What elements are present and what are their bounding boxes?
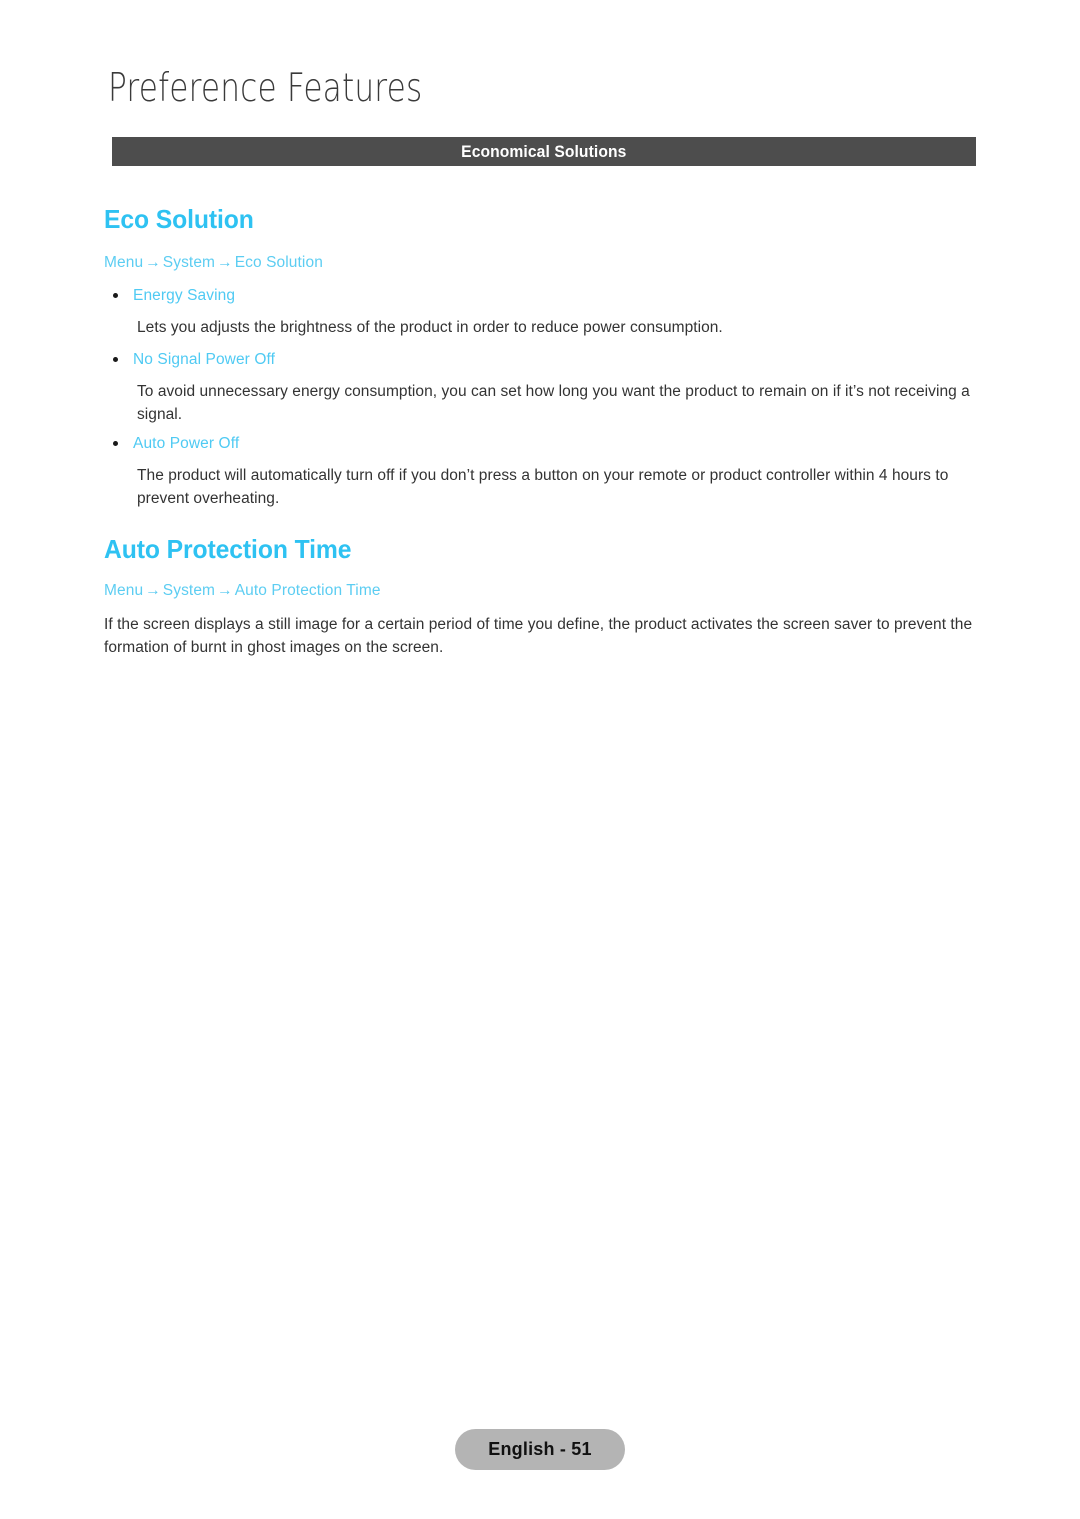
breadcrumb-part-menu[interactable]: Menu xyxy=(104,254,143,271)
section-auto-protection-time: Auto Protection Time xyxy=(104,534,976,564)
body-paragraph: Lets you adjusts the brightness of the p… xyxy=(137,319,723,336)
section-heading-auto-protection-time: Auto Protection Time xyxy=(104,534,352,564)
list-item: Energy Saving xyxy=(104,285,976,306)
description-auto-power-off: The product will automatically turn off … xyxy=(104,464,976,510)
item-no-signal-power-off: No Signal Power Off xyxy=(104,349,976,370)
section-banner: Economical Solutions xyxy=(112,137,976,166)
bullet-list: Energy Saving xyxy=(104,285,976,306)
body-paragraph: If the screen displays a still image for… xyxy=(104,616,973,656)
breadcrumb-part-system[interactable]: System xyxy=(163,254,215,271)
body-paragraph: To avoid unnecessary energy consumption,… xyxy=(137,383,970,423)
breadcrumb-eco-solution: Menu → System → Eco Solution xyxy=(104,253,976,273)
document-page: Preference Features Economical Solutions… xyxy=(0,0,1080,1519)
page-number-label: English - 51 xyxy=(488,1439,592,1459)
bullet-list: Auto Power Off xyxy=(104,433,976,454)
list-item: Auto Power Off xyxy=(104,433,976,454)
arrow-right-icon: → xyxy=(145,254,161,271)
breadcrumb-part-system[interactable]: System xyxy=(163,582,215,599)
description-no-signal-power-off: To avoid unnecessary energy consumption,… xyxy=(104,380,976,426)
section-heading-eco-solution: Eco Solution xyxy=(104,204,254,234)
breadcrumb: Menu → System → Eco Solution xyxy=(104,253,976,273)
page-footer-badge: English - 51 xyxy=(455,1429,625,1470)
arrow-right-icon: → xyxy=(217,254,233,271)
list-item: No Signal Power Off xyxy=(104,349,976,370)
item-energy-saving: Energy Saving xyxy=(104,285,976,306)
body-paragraph: The product will automatically turn off … xyxy=(137,467,949,507)
bullet-list: No Signal Power Off xyxy=(104,349,976,370)
arrow-right-icon: → xyxy=(145,582,161,599)
breadcrumb-part-eco-solution[interactable]: Eco Solution xyxy=(235,254,323,271)
breadcrumb-part-auto-protection-time[interactable]: Auto Protection Time xyxy=(235,582,381,599)
chapter-title: Preference Features xyxy=(108,66,423,111)
breadcrumb: Menu → System → Auto Protection Time xyxy=(104,581,976,601)
breadcrumb-auto-protection-time: Menu → System → Auto Protection Time xyxy=(104,581,976,601)
section-eco-solution: Eco Solution xyxy=(104,204,976,234)
description-auto-protection-time: If the screen displays a still image for… xyxy=(104,613,976,659)
item-auto-power-off: Auto Power Off xyxy=(104,433,976,454)
arrow-right-icon: → xyxy=(217,582,233,599)
section-banner-label: Economical Solutions xyxy=(461,141,627,161)
description-energy-saving: Lets you adjusts the brightness of the p… xyxy=(104,316,976,339)
breadcrumb-part-menu[interactable]: Menu xyxy=(104,582,143,599)
